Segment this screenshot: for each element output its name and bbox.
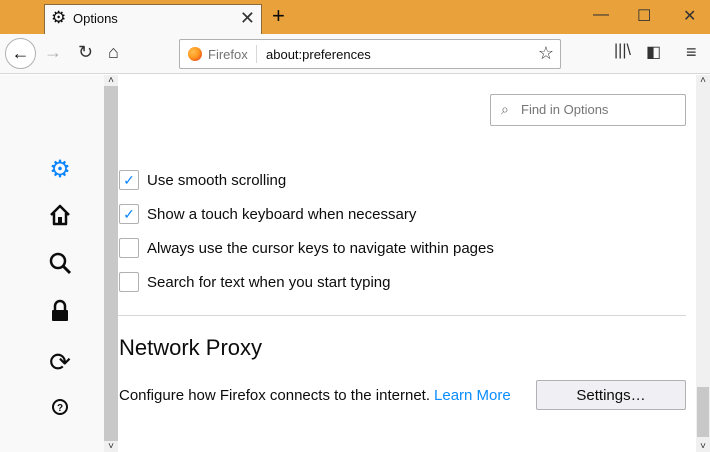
description-text: Configure how Firefox connects to the in… [119, 387, 431, 404]
reload-button[interactable]: ↻ [78, 42, 93, 63]
touch-keyboard-checkbox[interactable]: ✓ [119, 204, 139, 224]
lock-icon[interactable] [46, 299, 74, 330]
checkbox-label: Search for text when you start typing [147, 274, 391, 291]
checkbox-label: Always use the cursor keys to navigate w… [147, 240, 494, 257]
learn-more-link[interactable]: Learn More [434, 387, 511, 404]
proxy-settings-button[interactable]: Settings… [536, 380, 686, 410]
smooth-scrolling-checkbox[interactable]: ✓ [119, 170, 139, 190]
network-proxy-description: Configure how Firefox connects to the in… [119, 387, 511, 404]
identity-label[interactable]: Firefox [208, 47, 248, 62]
minimize-button[interactable]: — [593, 6, 609, 24]
sidebar-toggle-icon[interactable]: ◧ [646, 42, 661, 62]
close-window-button[interactable]: ✕ [683, 6, 696, 26]
help-icon[interactable]: ? [46, 395, 74, 426]
new-tab-button[interactable]: + [272, 3, 285, 29]
library-icon[interactable]: |||\ [614, 42, 631, 60]
network-proxy-title: Network Proxy [119, 335, 263, 360]
nav-bar: ← → ↻ ⌂ Firefox about:preferences ☆ |||\… [0, 34, 710, 74]
search-icon: ⌕ [501, 101, 509, 117]
section-divider [118, 315, 686, 316]
home-button[interactable]: ⌂ [108, 42, 119, 63]
svg-text:?: ? [57, 403, 63, 414]
menu-icon[interactable]: ≡ [686, 42, 697, 63]
preferences-content: ⌕ ✓ Use smooth scrolling ✓ Show a touch … [118, 75, 696, 452]
back-arrow-icon: ← [11, 43, 30, 63]
url-bar[interactable]: Firefox about:preferences ☆ [179, 39, 561, 69]
preferences-sidebar: ⚙ ⟳ ? [0, 75, 104, 452]
sync-icon[interactable]: ⟳ [46, 347, 74, 378]
content-scrollbar[interactable]: ˄ ˅ [696, 75, 710, 452]
close-tab-icon[interactable]: ✕ [240, 8, 255, 29]
scroll-up-icon[interactable]: ˄ [696, 75, 710, 86]
tab-title: Options [73, 11, 118, 26]
url-text[interactable]: about:preferences [266, 47, 371, 62]
scroll-down-icon[interactable]: ˅ [104, 441, 118, 452]
scroll-thumb[interactable] [697, 387, 709, 437]
scroll-down-icon[interactable]: ˅ [696, 441, 710, 452]
back-button[interactable]: ← [5, 38, 36, 69]
checkbox-label: Show a touch keyboard when necessary [147, 206, 417, 223]
scroll-up-icon[interactable]: ˄ [104, 75, 118, 86]
gear-icon[interactable]: ⚙ [46, 155, 74, 184]
bookmark-star-icon[interactable]: ☆ [538, 43, 554, 64]
firefox-logo-icon [188, 47, 202, 61]
gear-icon: ⚙ [51, 8, 67, 27]
find-in-options-box[interactable]: ⌕ [490, 94, 686, 126]
find-in-options-input[interactable] [519, 101, 683, 118]
forward-button[interactable]: → [44, 42, 62, 63]
url-separator [256, 45, 257, 63]
home-icon[interactable] [46, 203, 74, 234]
checkbox-label: Use smooth scrolling [147, 172, 287, 189]
cursor-keys-checkbox[interactable] [119, 238, 139, 258]
search-icon[interactable] [46, 251, 74, 282]
sidebar-scrollbar[interactable]: ˄ ˅ [104, 75, 118, 452]
tab-options[interactable]: ⚙ Options ✕ [44, 4, 262, 34]
title-bar: ⚙ Options ✕ + — ☐ ✕ [0, 0, 710, 34]
search-when-typing-checkbox[interactable] [119, 272, 139, 292]
maximize-button[interactable]: ☐ [637, 6, 651, 26]
